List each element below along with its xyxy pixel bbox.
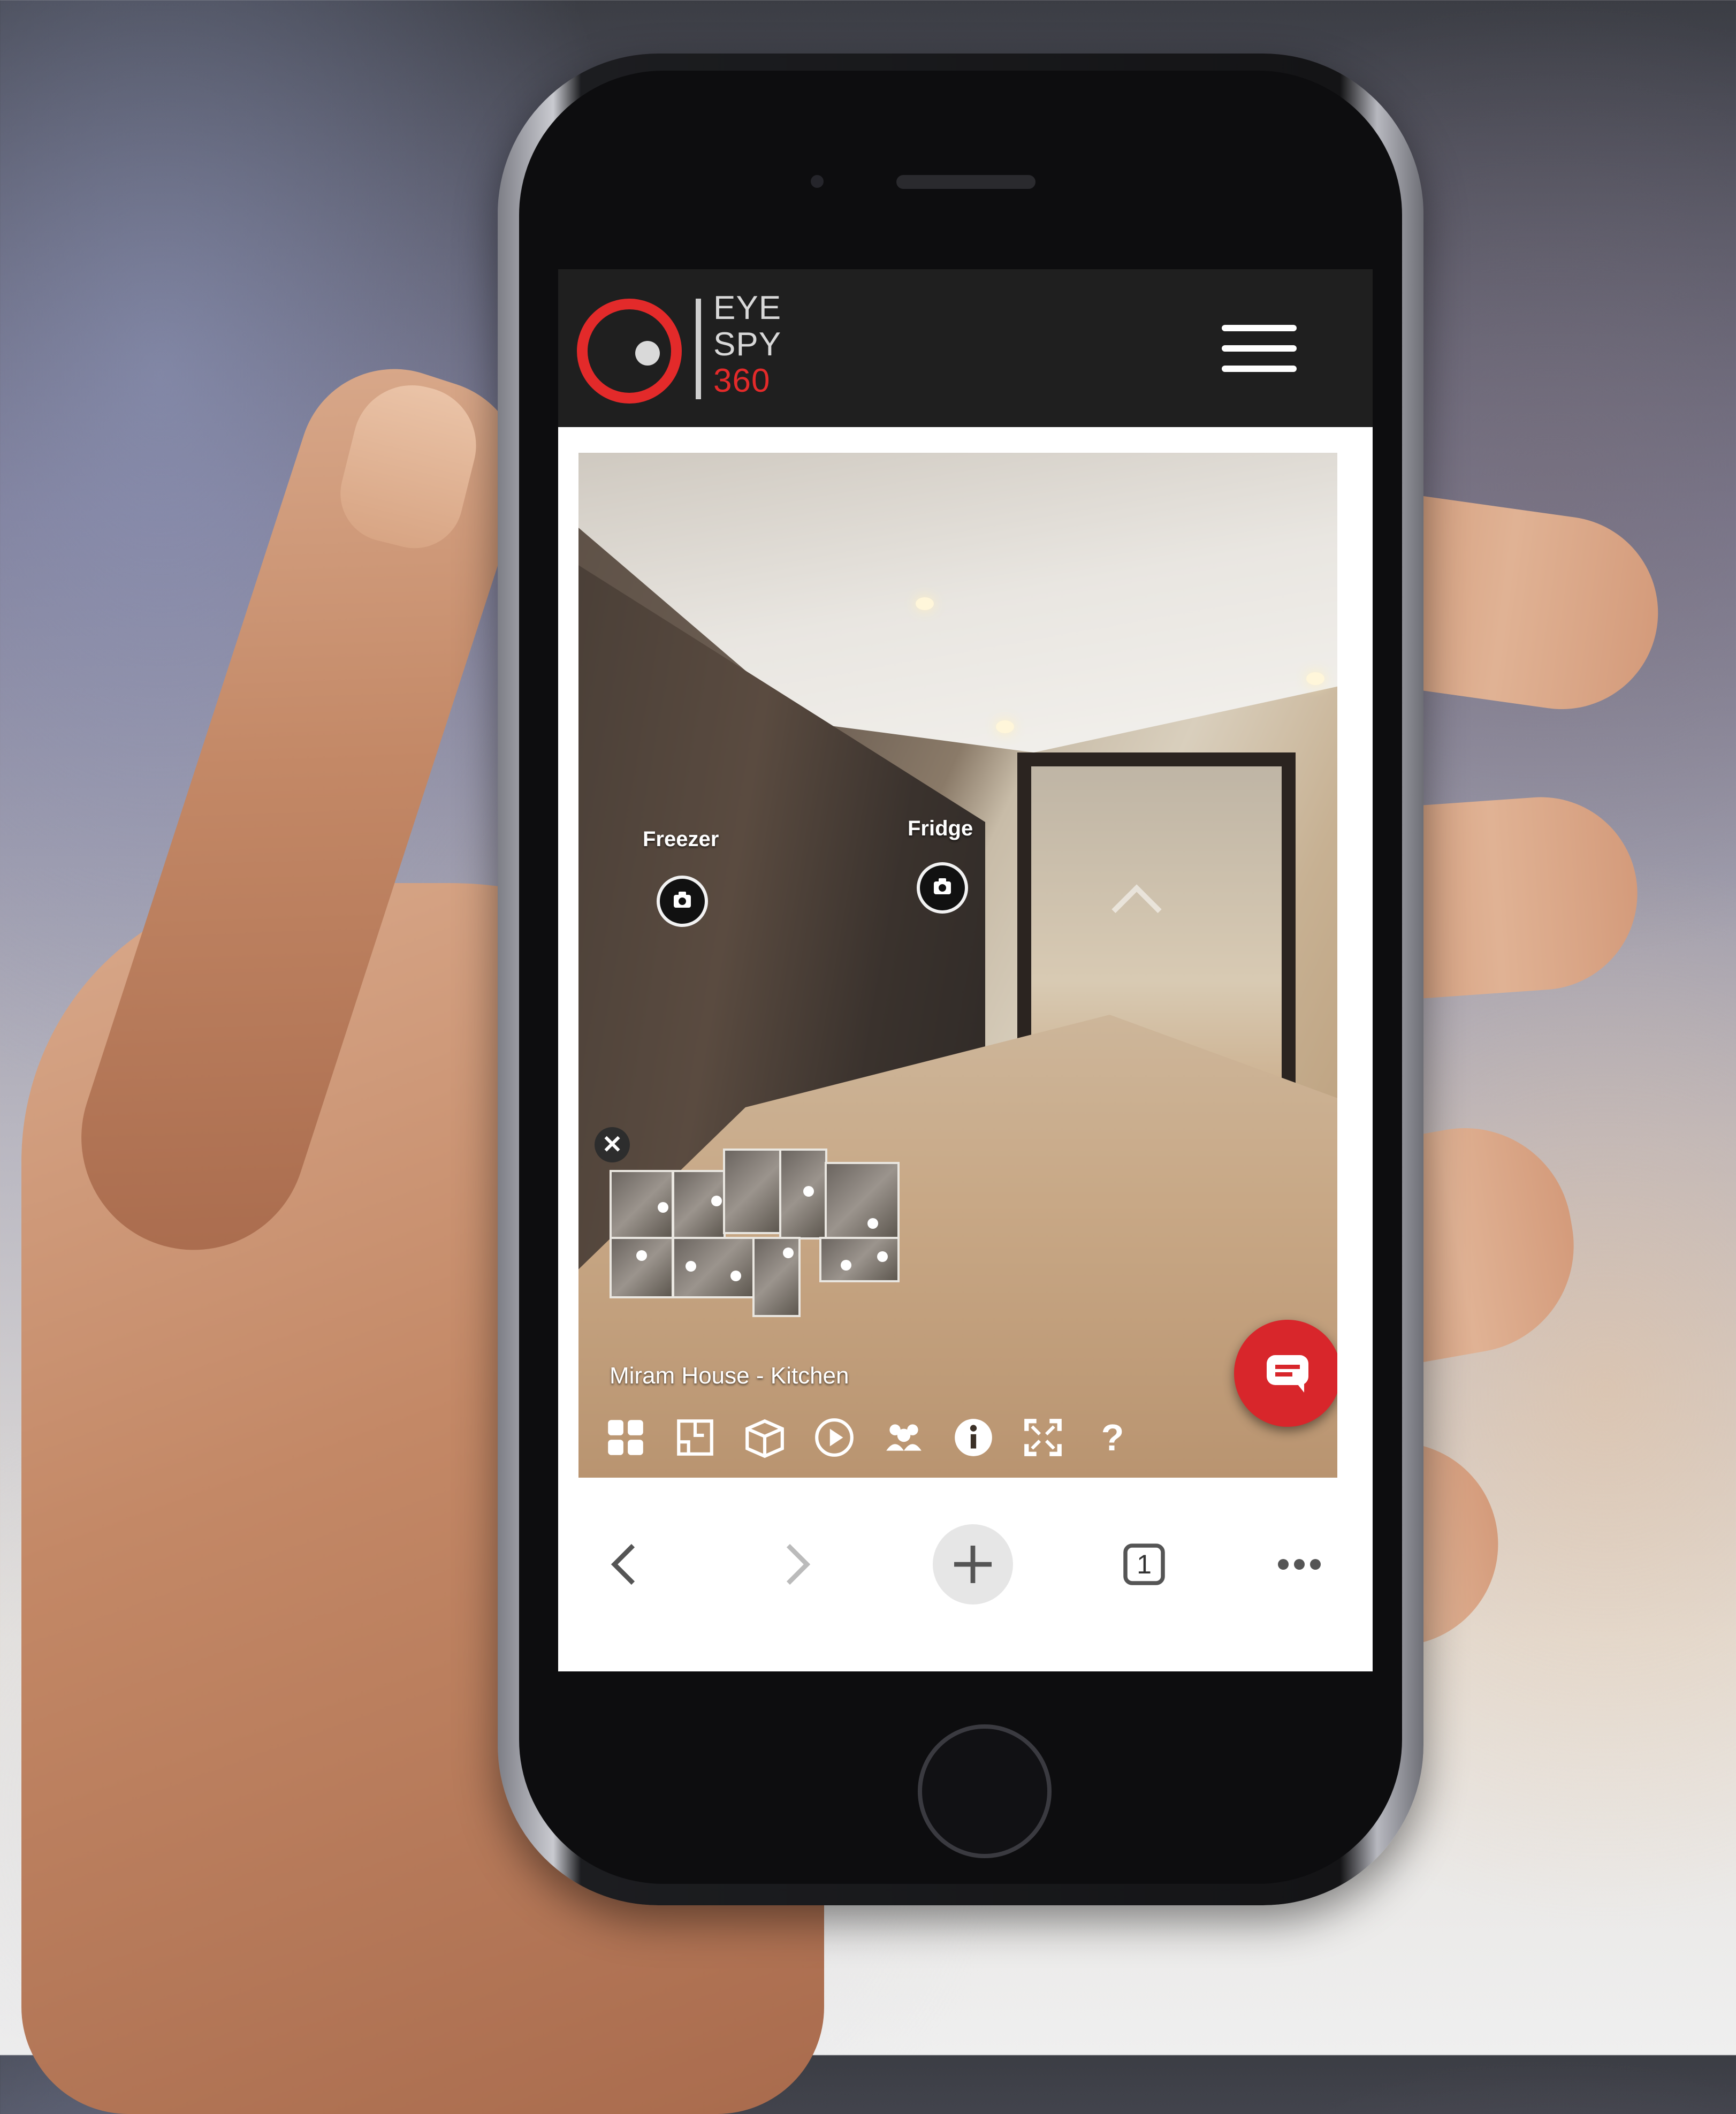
minimap-room [672, 1237, 755, 1298]
front-camera [811, 175, 824, 188]
chat-button[interactable] [1234, 1320, 1337, 1427]
hotspot-fridge[interactable] [917, 862, 968, 914]
back-arrow-icon[interactable] [590, 1530, 660, 1599]
help-icon[interactable]: ? [1086, 1411, 1139, 1464]
panorama-viewer[interactable]: Freezer Fridge ✕ Miram House - Kitchen ? [578, 453, 1337, 1478]
ceiling-light [916, 597, 934, 610]
more-options-icon[interactable] [1265, 1530, 1334, 1599]
browser-toolbar: 1 [558, 1500, 1373, 1671]
info-icon[interactable] [947, 1411, 1000, 1464]
tour-toolbar: ? [599, 1411, 1161, 1464]
logo-text-eye: EYE [713, 290, 782, 326]
logo-text-spy: SPY [713, 326, 782, 363]
hotspot-label-fridge: Fridge [908, 817, 973, 840]
tab-count: 1 [1137, 1549, 1152, 1579]
navigate-forward-arrow-icon[interactable] [1114, 881, 1156, 924]
floorplan-minimap[interactable]: ✕ [595, 1127, 921, 1352]
ceiling-light [996, 720, 1014, 733]
minimap-room [610, 1237, 674, 1298]
new-tab-plus-icon[interactable] [933, 1524, 1013, 1604]
minimap-location-dot[interactable] [803, 1186, 814, 1197]
minimap-location-dot[interactable] [711, 1196, 722, 1206]
logo-eye-ring-icon [577, 299, 682, 404]
chat-icon [1267, 1355, 1308, 1393]
logo-text-360: 360 [713, 362, 771, 399]
minimap-room [779, 1149, 827, 1239]
play-icon[interactable] [808, 1411, 861, 1464]
tabs-button[interactable]: 1 [1109, 1530, 1179, 1599]
tour-location-title: Miram House - Kitchen [610, 1363, 849, 1389]
minimap-location-dot[interactable] [686, 1261, 696, 1272]
camera-icon [934, 878, 951, 894]
minimap-location-dot[interactable] [636, 1250, 647, 1261]
logo-eye-pupil-icon [635, 341, 660, 366]
fullscreen-icon[interactable] [1016, 1411, 1070, 1464]
minimap-room [825, 1162, 900, 1239]
minimap-room [752, 1237, 801, 1317]
ceiling-light [1306, 672, 1324, 685]
minimap-room [819, 1237, 900, 1282]
camera-icon [674, 892, 691, 908]
floorplan-icon[interactable] [668, 1411, 722, 1464]
hotspot-freezer[interactable] [657, 876, 708, 927]
minimap-location-dot[interactable] [730, 1271, 741, 1281]
logo-divider [696, 299, 701, 399]
phone-screen: EYE SPY 360 Freezer Fridge ✕ Miram House… [558, 269, 1373, 1671]
forward-arrow-icon[interactable] [762, 1530, 831, 1599]
minimap-location-dot[interactable] [783, 1248, 794, 1258]
hotspot-label-freezer: Freezer [643, 827, 719, 851]
people-icon[interactable] [877, 1411, 931, 1464]
home-button[interactable] [918, 1724, 1052, 1858]
hamburger-menu-icon[interactable] [1222, 323, 1302, 376]
minimap-location-dot[interactable] [658, 1202, 668, 1213]
minimap-location-dot[interactable] [877, 1251, 888, 1262]
site-header: EYE SPY 360 [558, 269, 1373, 427]
dollhouse-icon[interactable] [738, 1411, 791, 1464]
minimap-location-dot[interactable] [841, 1260, 851, 1271]
minimap-location-dot[interactable] [867, 1218, 878, 1229]
minimap-close-icon[interactable]: ✕ [595, 1127, 630, 1162]
minimap-room [723, 1149, 782, 1234]
grid-icon[interactable] [599, 1411, 652, 1464]
earpiece-speaker [896, 175, 1035, 189]
